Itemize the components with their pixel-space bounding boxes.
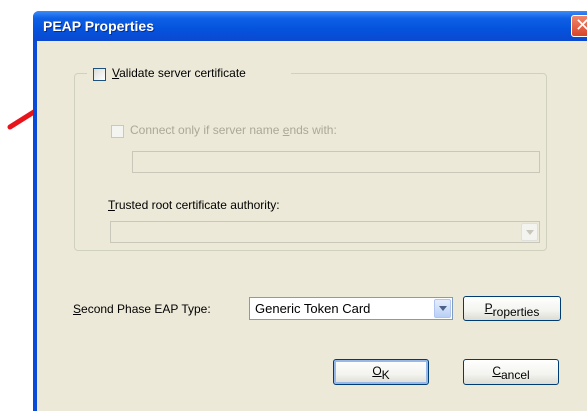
ok-button[interactable]: OK [333, 359, 429, 385]
cancel-button-label: Cancel [492, 364, 530, 382]
connect-only-checkbox[interactable] [111, 125, 124, 138]
validate-server-certificate-label[interactable]: Validate server certificate [112, 66, 246, 80]
chevron-down-icon[interactable] [434, 299, 451, 318]
title-bar[interactable]: PEAP Properties ✕ [33, 11, 587, 41]
second-phase-label: Second Phase EAP Type: [73, 302, 211, 316]
second-phase-eap-value: Generic Token Card [255, 301, 371, 316]
close-button[interactable]: ✕ [571, 15, 587, 37]
second-phase-eap-select[interactable]: Generic Token Card [249, 297, 453, 320]
peap-properties-dialog: PEAP Properties ✕ Validate server certif… [33, 11, 587, 411]
dialog-client-area: Validate server certificate Connect only… [37, 41, 587, 411]
connect-only-label: Connect only if server name ends with: [130, 123, 337, 137]
dialog-title: PEAP Properties [43, 18, 155, 34]
trusted-root-label: Trusted root certificate authority: [108, 198, 280, 212]
chevron-down-icon[interactable] [521, 223, 538, 241]
cancel-button[interactable]: Cancel [463, 359, 559, 385]
properties-button-label: Properties [484, 301, 540, 319]
close-icon: ✕ [575, 15, 587, 36]
server-name-field[interactable] [132, 151, 540, 173]
validate-server-certificate-checkbox[interactable] [93, 68, 106, 81]
ok-button-label: OK [372, 364, 390, 382]
properties-button[interactable]: Properties [463, 296, 561, 321]
trusted-root-select[interactable] [110, 221, 540, 243]
